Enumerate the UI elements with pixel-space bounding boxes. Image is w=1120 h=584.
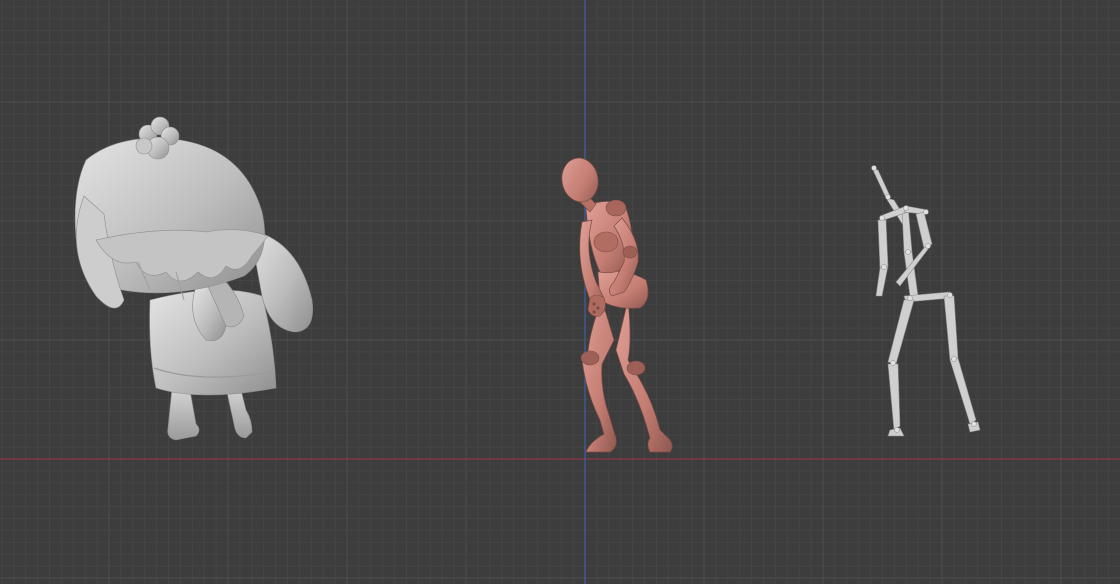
chibi-character[interactable] bbox=[74, 116, 313, 441]
armature[interactable] bbox=[871, 165, 981, 437]
mannequin[interactable] bbox=[558, 155, 673, 453]
viewport-canvas[interactable] bbox=[0, 0, 1120, 584]
3d-viewport[interactable] bbox=[0, 0, 1120, 584]
